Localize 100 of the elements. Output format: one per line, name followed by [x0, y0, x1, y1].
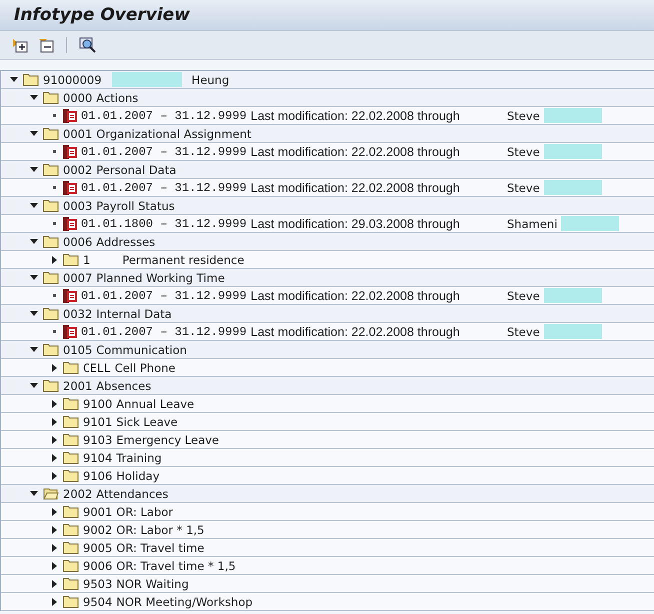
folder-row[interactable]: 0001 Organizational Assignment — [1, 125, 654, 143]
expand-arrow[interactable] — [49, 254, 59, 264]
folder-icon — [63, 595, 79, 608]
folder-row[interactable]: 9104 Training — [1, 449, 654, 467]
folder-row[interactable]: 9005 OR: Travel time — [1, 539, 654, 557]
folder-icon — [63, 433, 79, 446]
folder-row[interactable]: 0002 Personal Data — [1, 161, 654, 179]
infotype-code: 9100 — [83, 396, 112, 410]
collapse-arrow[interactable] — [29, 488, 39, 498]
infotype-code: 9103 — [83, 432, 112, 446]
expand-arrow[interactable] — [49, 542, 59, 552]
window-title: Infotype Overview — [14, 5, 190, 25]
folder-icon — [43, 343, 59, 356]
collapse-arrow[interactable] — [29, 128, 39, 138]
record-row[interactable]: 01.01.1800 – 31.12.9999 Last modification: 29.03.2008 through Shameni — [1, 215, 654, 233]
record-row[interactable]: 01.01.2007 – 31.12.9999 Last modification: 22.02.2008 through Steve — [1, 179, 654, 197]
collapse-arrow[interactable] — [29, 272, 39, 282]
expand-arrow[interactable] — [49, 470, 59, 480]
folder-icon — [63, 415, 79, 428]
folder-row[interactable]: 0032 Internal Data — [1, 305, 654, 323]
expand-arrow[interactable] — [49, 434, 59, 444]
expand-arrow[interactable] — [49, 524, 59, 534]
calendar-icon — [63, 216, 77, 230]
node-label: Absences — [96, 378, 152, 392]
folder-row[interactable]: 9103 Emergency Leave — [1, 431, 654, 449]
collapse-arrow[interactable] — [29, 380, 39, 390]
node-label: Organizational Assignment — [96, 126, 252, 140]
calendar-icon — [63, 324, 77, 338]
find-button[interactable] — [77, 35, 97, 55]
collapse-arrow[interactable] — [29, 236, 39, 246]
folder-row[interactable]: 0007 Planned Working Time — [1, 269, 654, 287]
validity-period: 01.01.2007 – 31.12.9999 — [81, 324, 247, 338]
folder-icon — [63, 541, 79, 554]
calendar-icon — [63, 108, 77, 122]
calendar-icon — [63, 144, 77, 158]
folder-row[interactable]: 0105 Communication — [1, 341, 654, 359]
folder-row[interactable]: 9504 NOR Meeting/Workshop — [1, 593, 654, 611]
infotype-code: 2002 — [63, 486, 92, 500]
infotype-code: 0001 — [63, 126, 92, 140]
collapse-arrow[interactable] — [29, 308, 39, 318]
folder-icon — [63, 397, 79, 410]
expand-arrow[interactable] — [49, 452, 59, 462]
node-label: Communication — [96, 342, 187, 356]
node-label: Planned Working Time — [96, 270, 225, 284]
collapse-all-icon — [38, 38, 54, 52]
record-row[interactable]: 01.01.2007 – 31.12.9999 Last modification: 22.02.2008 through Steve — [1, 287, 654, 305]
folder-row[interactable]: 91000009 Heung — [1, 71, 654, 89]
infotype-code: 9504 — [83, 594, 112, 608]
bullet-icon — [52, 330, 56, 333]
infotype-code: 1 — [83, 252, 90, 266]
collapse-arrow[interactable] — [29, 92, 39, 102]
folder-row[interactable]: 9101 Sick Leave — [1, 413, 654, 431]
folder-row[interactable]: 1 Permanent residence — [1, 251, 654, 269]
folder-row[interactable]: 2001 Absences — [1, 377, 654, 395]
node-label: Payroll Status — [96, 198, 175, 212]
collapse-arrow[interactable] — [29, 200, 39, 210]
folder-row[interactable]: CELL Cell Phone — [1, 359, 654, 377]
folder-row[interactable]: 9100 Annual Leave — [1, 395, 654, 413]
folder-row[interactable]: 0003 Payroll Status — [1, 197, 654, 215]
record-row[interactable]: 01.01.2007 – 31.12.9999 Last modification: 22.02.2008 through Steve — [1, 323, 654, 341]
node-label: Personal Data — [96, 162, 176, 176]
folder-icon — [23, 73, 39, 86]
expand-arrow[interactable] — [49, 362, 59, 372]
infotype-code: 0003 — [63, 198, 92, 212]
user-name: Steve — [507, 288, 540, 302]
folder-row[interactable]: 9002 OR: Labor * 1,5 — [1, 521, 654, 539]
infotype-code: 0000 — [63, 90, 92, 104]
folder-row[interactable]: 0006 Addresses — [1, 233, 654, 251]
infotype-code: 91000009 — [43, 72, 102, 86]
collapse-arrow[interactable] — [9, 74, 19, 84]
expand-arrow[interactable] — [49, 416, 59, 426]
folder-row[interactable]: 2002 Attendances — [1, 485, 654, 503]
folder-row[interactable]: 9001 OR: Labor — [1, 503, 654, 521]
expand-arrow[interactable] — [49, 506, 59, 516]
record-row[interactable]: 01.01.2007 – 31.12.9999 Last modification: 22.02.2008 through Steve — [1, 107, 654, 125]
collapse-arrow[interactable] — [29, 164, 39, 174]
infotype-code: 9101 — [83, 414, 112, 428]
expand-arrow[interactable] — [49, 596, 59, 606]
infotype-code: 9001 — [83, 504, 112, 518]
folder-row[interactable]: 0000 Actions — [1, 89, 654, 107]
user-name: Steve — [507, 180, 540, 194]
infotype-code: 9002 — [83, 522, 112, 536]
expand-arrow[interactable] — [49, 578, 59, 588]
folder-row[interactable]: 9503 NOR Waiting — [1, 575, 654, 593]
bullet-icon — [52, 186, 56, 189]
folder-row[interactable]: 9106 Holiday — [1, 467, 654, 485]
expand-arrow[interactable] — [49, 560, 59, 570]
collapse-arrow[interactable] — [29, 344, 39, 354]
folder-row[interactable]: 9006 OR: Travel time * 1,5 — [1, 557, 654, 575]
calendar-icon — [63, 288, 77, 302]
expand-all-icon — [12, 38, 28, 52]
node-label: Actions — [96, 90, 138, 104]
record-row[interactable]: 01.01.2007 – 31.12.9999 Last modification: 22.02.2008 through Steve — [1, 143, 654, 161]
infotype-code: 0006 — [63, 234, 92, 248]
folder-icon — [63, 451, 79, 464]
validity-period: 01.01.2007 – 31.12.9999 — [81, 288, 247, 302]
node-label: NOR Meeting/Workshop — [116, 594, 253, 608]
infotype-code: 0032 — [63, 306, 92, 320]
expand-arrow[interactable] — [49, 398, 59, 408]
modification-text: Last modification: 22.02.2008 through — [250, 324, 460, 338]
